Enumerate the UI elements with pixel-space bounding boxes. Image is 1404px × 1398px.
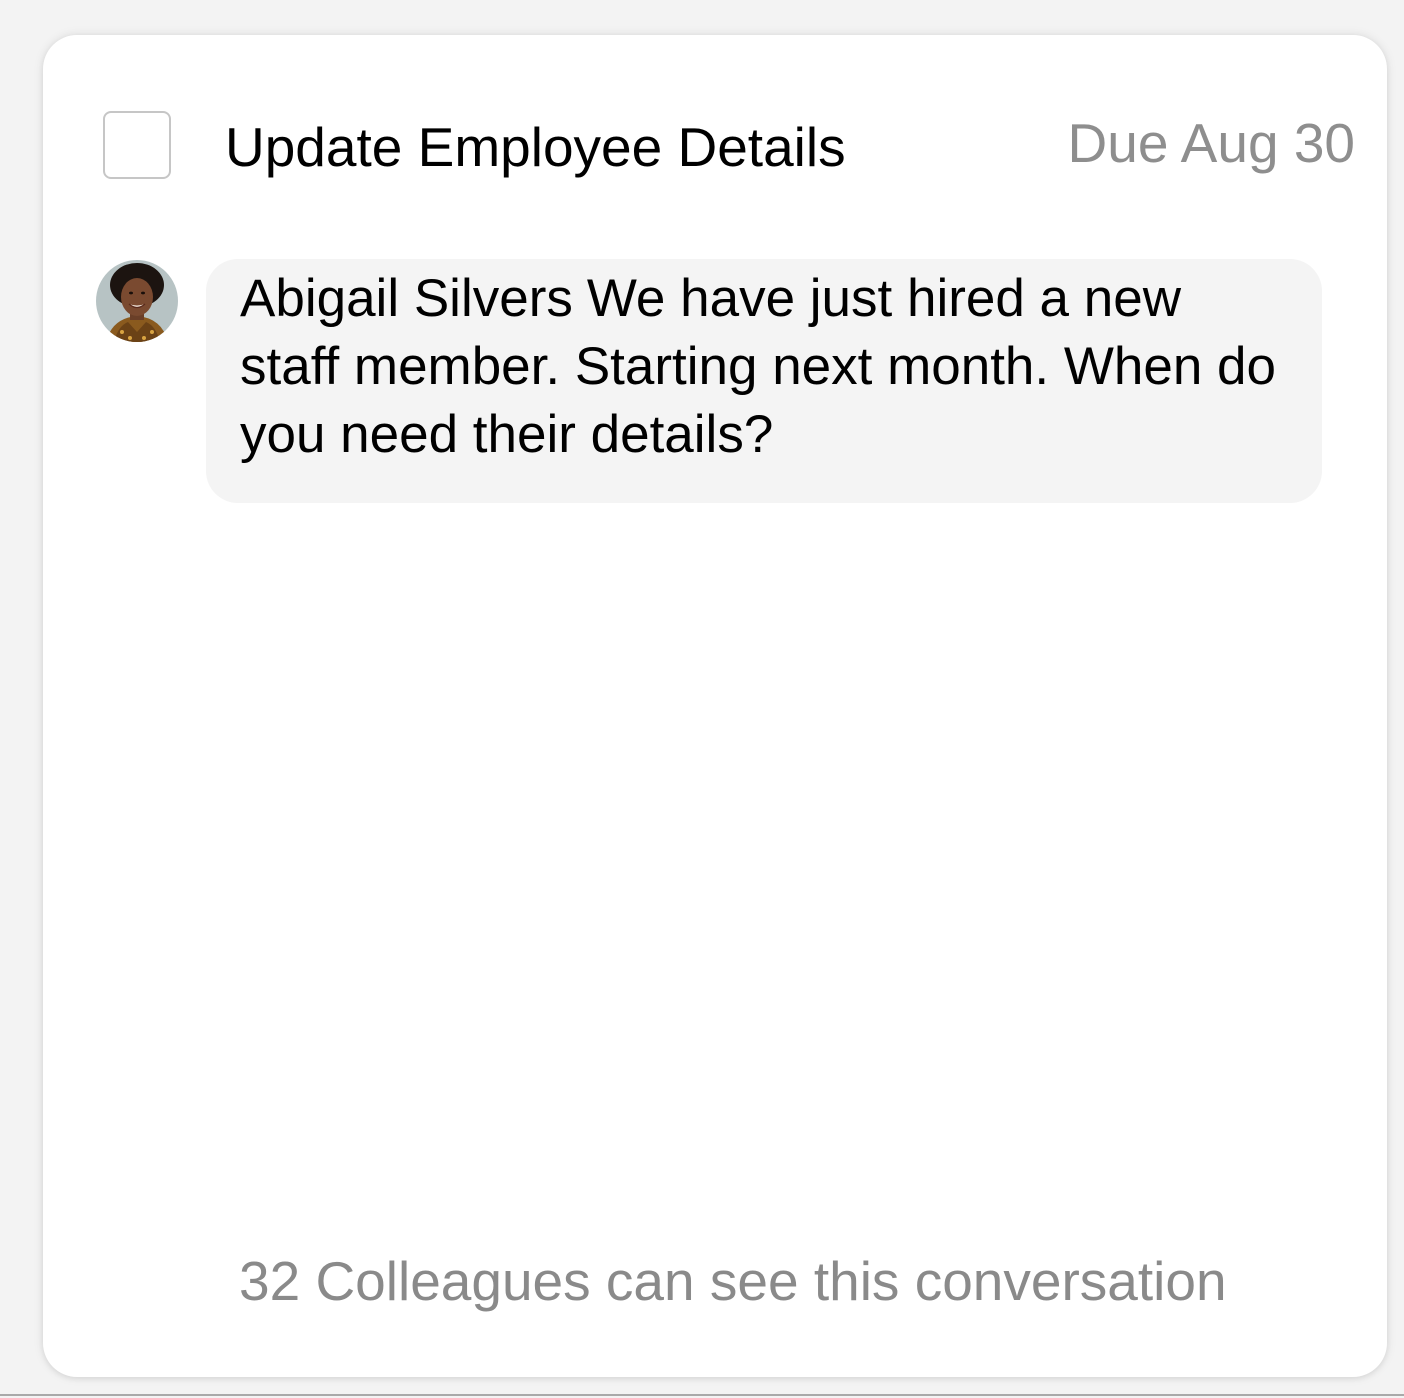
comment-content: Abigail Silvers We have just hired a new … <box>240 265 1282 469</box>
divider <box>0 1394 1404 1396</box>
task-title: Update Employee Details <box>225 116 846 178</box>
visibility-note: 32 Colleagues can see this conversation <box>239 1250 1227 1312</box>
task-card: Update Employee Details Due Aug 30 Abiga… <box>43 35 1387 1377</box>
comment-bubble: Abigail Silvers We have just hired a new … <box>206 259 1322 503</box>
user-avatar-photo-icon <box>96 260 178 342</box>
avatar <box>96 260 178 342</box>
comment-author: Abigail Silvers <box>240 269 573 328</box>
task-complete-checkbox[interactable] <box>103 111 171 179</box>
due-date: Due Aug 30 <box>1067 112 1355 174</box>
